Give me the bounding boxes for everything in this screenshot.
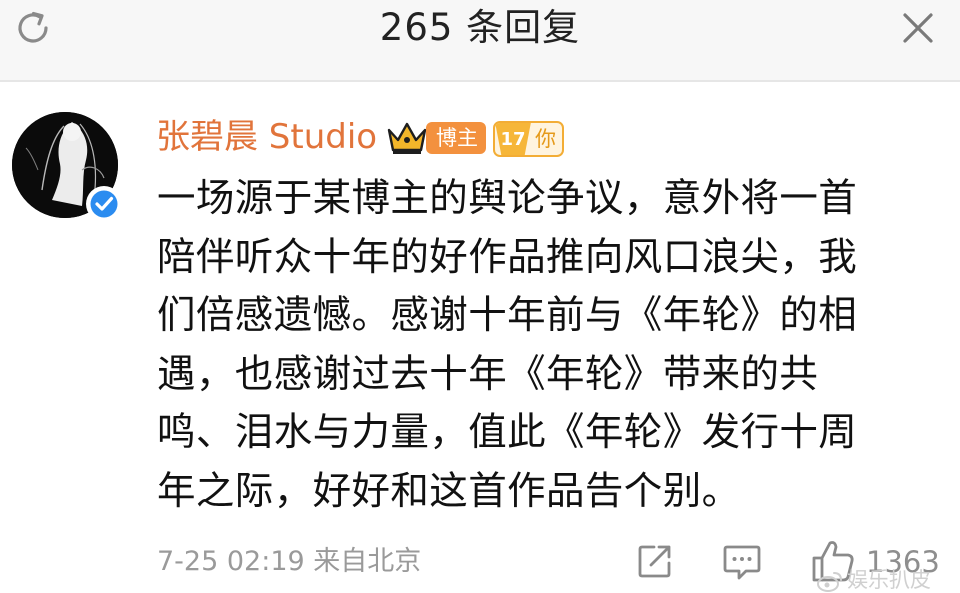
weibo-icon xyxy=(817,571,842,592)
page-title: 265 条回复 xyxy=(379,6,581,49)
share-icon[interactable] xyxy=(636,542,674,580)
reply-body-line: 们倍感遗憾。感谢十年前与《年轮》的相 xyxy=(157,293,858,339)
fan-level-badge: 17 你 xyxy=(493,121,564,157)
author-name[interactable]: 张碧晨 Studio xyxy=(156,115,377,159)
reply-body-line: 陪伴听众十年的好作品推向风口浪尖，我 xyxy=(157,234,858,280)
close-icon[interactable] xyxy=(898,8,938,48)
reply-body-line: 鸣、泪水与力量，值此《年轮》发行十周 xyxy=(157,410,858,456)
reply-body-line: 一场源于某博主的舆论争议，意外将一首 xyxy=(157,176,858,221)
watermark-text: 娱乐扒皮 xyxy=(847,568,931,592)
crown-icon xyxy=(387,122,427,154)
header-bar: 265 条回复 xyxy=(0,0,960,82)
verified-badge-icon xyxy=(86,186,122,222)
reply-body-line: 遇，也感谢过去十年《年轮》带来的共 xyxy=(157,351,819,397)
post-meta: 7-25 02:19 来自北京 xyxy=(157,546,422,577)
comment-icon[interactable] xyxy=(722,543,762,581)
reply-body-line: 年之际，好好和这首作品告个别。 xyxy=(157,468,741,514)
fan-level-number: 17 xyxy=(495,123,531,155)
reply-thread-screen: 265 条回复 张碧晨 Studio 博主 17 你 一场源于某博主的舆论争议，… xyxy=(0,0,960,593)
blogger-badge: 博主 xyxy=(426,122,486,154)
reply-body: 一场源于某博主的舆论争议，意外将一首 陪伴听众十年的好作品推向风口浪尖，我 们倍… xyxy=(157,170,927,522)
fan-level-label: 你 xyxy=(535,127,556,151)
watermark: 娱乐扒皮 xyxy=(816,568,931,593)
